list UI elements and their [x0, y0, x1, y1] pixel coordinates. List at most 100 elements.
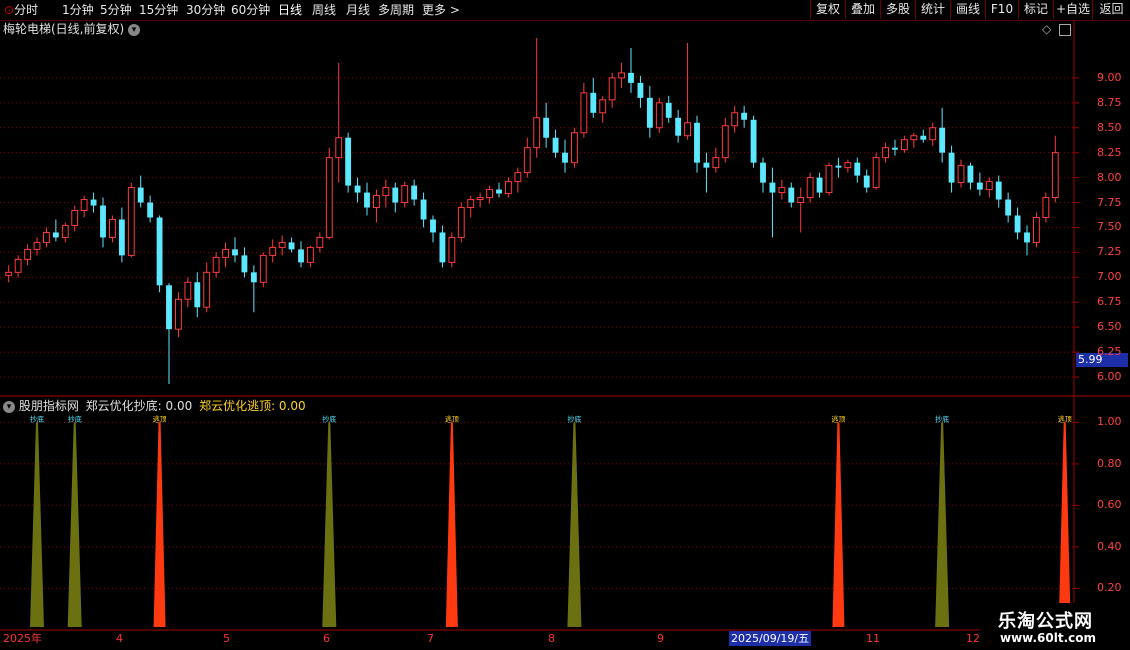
candle-up	[222, 248, 229, 258]
candle-up	[571, 132, 578, 164]
signal-spike-buy	[322, 422, 337, 627]
candle-up	[486, 189, 493, 199]
candle-down	[703, 162, 710, 168]
candle-up	[61, 224, 69, 238]
candle-down	[345, 137, 352, 186]
date-label-aug: 8	[548, 632, 555, 645]
candle-down	[147, 202, 154, 218]
candle-up	[80, 199, 88, 212]
candle-down	[364, 192, 370, 208]
candle-down	[694, 122, 700, 163]
candle-up	[505, 181, 512, 195]
candle-down	[967, 165, 974, 183]
candle-up	[71, 210, 79, 226]
candle-up	[1042, 197, 1050, 218]
signal-text-buy: 抄底	[322, 414, 336, 423]
date-label-nov: 11	[866, 632, 880, 645]
candle-up	[175, 298, 182, 330]
candle-down	[675, 117, 682, 136]
candle-up	[655, 102, 663, 129]
candle-up	[882, 147, 889, 159]
candle-up	[684, 122, 691, 137]
candle-up	[872, 157, 880, 189]
candle-up	[910, 135, 918, 141]
candle-up	[514, 172, 522, 183]
candle-down	[590, 92, 597, 113]
candle-down	[816, 177, 823, 193]
candle-up	[307, 246, 314, 263]
signal-text-buy: 抄底	[567, 414, 581, 423]
signal-text-sell: 逃顶	[445, 414, 459, 423]
candle-down	[769, 182, 776, 193]
candle-down	[760, 162, 766, 183]
candle-up	[127, 187, 135, 256]
candle-down	[920, 135, 927, 140]
date-label-jul: 7	[427, 632, 434, 645]
signal-text-sell: 逃顶	[153, 414, 167, 423]
candle-up	[797, 197, 805, 204]
candle-down	[430, 219, 436, 233]
candle-down	[552, 137, 559, 153]
candle-down	[1024, 232, 1030, 243]
candle-down	[288, 242, 295, 250]
candle-up	[523, 147, 531, 174]
signal-spike-buy	[67, 422, 82, 627]
candle-down	[835, 165, 842, 168]
candle-down	[194, 282, 201, 308]
kline-chart[interactable]: 抄底抄底逃顶抄底逃顶抄底逃顶抄底逃顶逃顶	[0, 0, 1130, 650]
candle-down	[995, 181, 1002, 200]
candle-up	[721, 125, 729, 159]
candle-up	[533, 117, 541, 149]
selected-date: 2025/09/19/五	[729, 631, 812, 646]
candle-up	[985, 181, 993, 191]
candle-up	[24, 248, 31, 260]
candle-down	[741, 112, 748, 120]
candle-down	[628, 72, 634, 83]
candle-down	[118, 219, 125, 256]
candle-up	[901, 139, 908, 151]
signal-spike-buy	[567, 422, 582, 627]
candle-up	[580, 92, 588, 134]
candle-up	[457, 207, 465, 238]
candle-down	[543, 117, 550, 138]
candle-down	[948, 152, 955, 183]
candle-up	[608, 77, 616, 101]
candle-down	[750, 119, 757, 163]
signal-spike-sell	[1058, 422, 1071, 627]
candle-up	[448, 236, 456, 263]
candle-down	[646, 97, 653, 128]
candle-up	[957, 165, 965, 184]
candle-down	[156, 217, 163, 286]
signal-spike-sell	[445, 422, 458, 627]
candle-down	[411, 185, 418, 200]
candle-down	[166, 285, 172, 330]
candle-down	[137, 187, 144, 203]
candle-down	[788, 187, 795, 203]
candle-up	[825, 165, 833, 194]
candle-up	[373, 195, 380, 209]
candle-up	[401, 185, 409, 204]
candle-down	[52, 232, 59, 238]
candle-up	[731, 112, 739, 127]
watermark: 乐淘公式网 www.60lt.com	[980, 603, 1130, 650]
signal-spike-buy	[30, 422, 44, 627]
candle-up	[212, 256, 220, 273]
candle-up	[467, 199, 475, 209]
candle-down	[976, 182, 983, 190]
candle-up	[325, 157, 333, 238]
candle-up	[335, 137, 343, 159]
candle-up	[844, 162, 852, 169]
candle-up	[618, 72, 625, 79]
candle-up	[109, 218, 116, 238]
candle-down	[562, 152, 568, 163]
candle-up	[778, 187, 786, 194]
candle-up	[712, 157, 720, 169]
candle-down	[90, 199, 97, 206]
signal-text-buy: 抄底	[935, 414, 949, 423]
candle-up	[929, 127, 937, 141]
candle-down	[1005, 199, 1012, 216]
candle-up	[259, 254, 267, 283]
candle-up	[33, 241, 41, 250]
candle-down	[863, 175, 870, 188]
signal-spike-buy	[935, 422, 950, 627]
